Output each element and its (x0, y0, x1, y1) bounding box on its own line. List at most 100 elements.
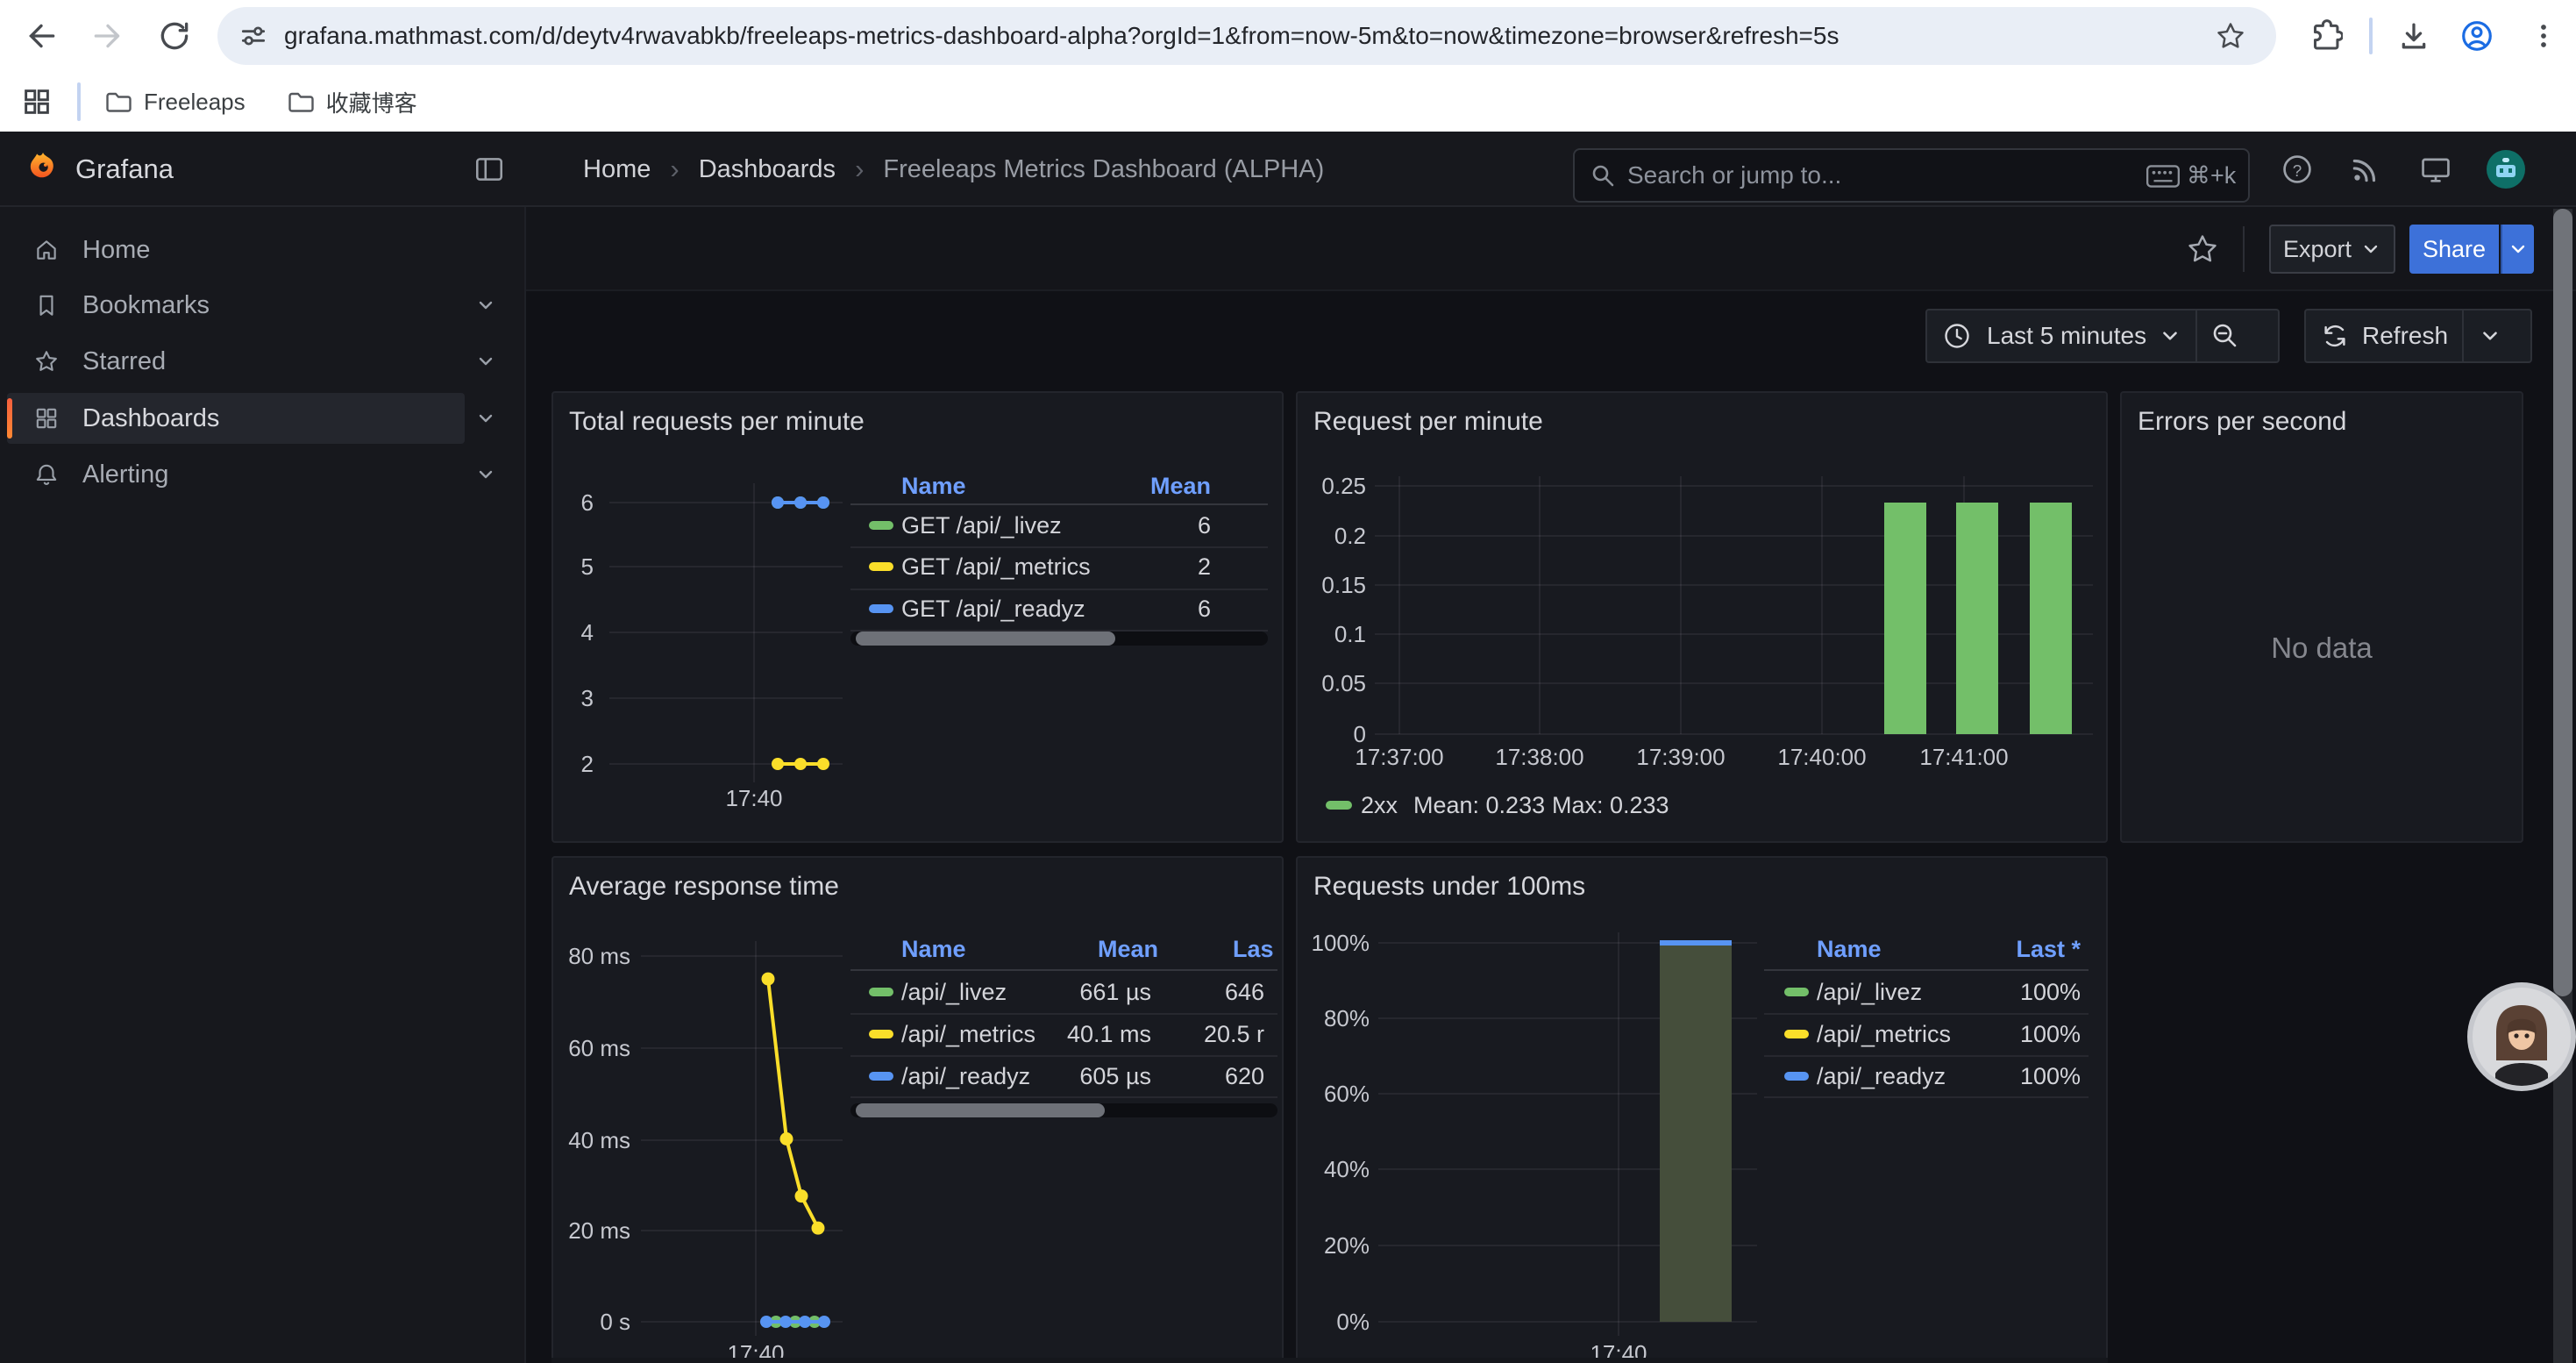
starred-icon (33, 348, 60, 375)
sidebar-item-starred[interactable]: Starred (7, 336, 465, 387)
share-button[interactable]: Share (2409, 225, 2499, 274)
breadcrumb-item[interactable]: Home (583, 155, 651, 184)
legend-series-last: 100% (1818, 977, 2081, 1007)
legend-column-header[interactable]: Mean (895, 934, 1158, 964)
bookmark-items: Freeleaps 收藏博客 (103, 72, 417, 132)
sidebar: HomeBookmarksStarred DashboardsAlerting (0, 207, 526, 1363)
tune-icon[interactable] (238, 21, 268, 51)
refresh-interval-button[interactable] (2464, 310, 2516, 361)
gridline-v (1821, 476, 1823, 734)
scrollbar-thumb[interactable] (2553, 209, 2572, 996)
legend-series-pill[interactable] (1784, 1072, 1809, 1081)
time-range-label: Last 5 minutes (1987, 322, 2146, 350)
bar-under-100ms (1660, 943, 1732, 1322)
gridline-h (1375, 485, 2093, 487)
extensions-button[interactable] (2299, 11, 2350, 61)
time-range-picker[interactable]: Last 5 minutes (1925, 309, 2280, 363)
kiosk-button[interactable] (2413, 146, 2459, 192)
three-dot-menu-icon (2526, 18, 2561, 54)
profile-button[interactable] (2451, 11, 2502, 61)
legend-series-pill[interactable] (869, 604, 893, 613)
legend-scrollbar-thumb[interactable] (856, 1103, 1105, 1117)
refresh-button[interactable]: Refresh (2306, 310, 2448, 361)
y-axis-tick: 0.15 (1298, 570, 1366, 600)
back-icon (23, 18, 60, 54)
legend-series-pill[interactable] (869, 521, 893, 530)
chevron-down-icon (2360, 239, 2381, 260)
active-indicator (7, 398, 12, 439)
legend-series-last: 100% (1818, 1019, 2081, 1049)
sidebar-item-label: Home (82, 225, 150, 275)
legend-2xx-pill[interactable] (1326, 801, 1352, 810)
sidebar-item-home[interactable]: Home (7, 225, 465, 275)
share-label: Share (2423, 236, 2486, 263)
monitor-icon (2418, 152, 2453, 187)
legend-series-pill[interactable] (869, 562, 893, 571)
legend-row-separator (1764, 1096, 2089, 1098)
chevron-down-icon[interactable] (475, 295, 496, 316)
chart-errors-per-second: No data (2122, 393, 2522, 841)
sidebar-item-alerting[interactable]: Alerting (7, 449, 465, 500)
chart-requests-under-100ms: 100%80%60%40%20%0%17:40NameLast */api/_l… (1298, 858, 2106, 1361)
news-button[interactable] (2343, 146, 2388, 192)
sidebar-item-dashboards[interactable]: Dashboards (7, 393, 465, 444)
breadcrumb-item[interactable]: Dashboards (699, 155, 836, 184)
chevron-down-icon[interactable] (475, 351, 496, 372)
sidebar-item-bookmarks[interactable]: Bookmarks (7, 280, 465, 331)
help-button[interactable]: ? (2274, 146, 2320, 192)
legend-scrollbar-thumb[interactable] (856, 632, 1115, 646)
reload-button[interactable] (149, 11, 200, 61)
chevron-down-icon (2159, 325, 2181, 347)
bookmark-star-icon[interactable] (2215, 20, 2246, 52)
share-menu-button[interactable] (2501, 225, 2534, 274)
chevron-down-icon (2508, 239, 2529, 260)
legend-column-header[interactable]: Las (1233, 934, 1274, 964)
reload-icon (156, 18, 193, 54)
bookmark-folder[interactable]: 收藏博客 (286, 86, 417, 118)
legend-series-last: 100% (1818, 1061, 2081, 1091)
panel-errors-per-second[interactable]: Errors per second No data (2120, 391, 2523, 843)
back-button[interactable] (16, 11, 67, 61)
dashboard-header: Export Share (526, 207, 2576, 291)
legend-series-pill[interactable] (1784, 988, 1809, 996)
chart-average-response-time: 80 ms60 ms40 ms20 ms0 s17:40NameMeanLas/… (553, 858, 1282, 1361)
downloads-button[interactable] (2388, 11, 2439, 61)
legend-series-pill[interactable] (1784, 1030, 1809, 1038)
legend-series-name[interactable]: 2xx (1361, 790, 1398, 820)
user-avatar[interactable] (2485, 148, 2527, 190)
zoom-out-button[interactable] (2197, 310, 2253, 361)
grafana-brand[interactable]: Grafana (75, 132, 174, 207)
legend-column-header[interactable]: Mean (948, 471, 1211, 501)
browser-menu-button[interactable] (2518, 11, 2569, 61)
dock-menu-button[interactable] (466, 146, 512, 192)
bookmark-folder[interactable]: Freeleaps (103, 88, 246, 116)
star-icon (2185, 232, 2220, 267)
search-input[interactable]: Search or jump to... ⌘+k (1573, 148, 2250, 203)
panel-requests-under-100ms[interactable]: Requests under 100ms 100%80%60%40%20%0%1… (1296, 856, 2108, 1363)
chevron-down-icon[interactable] (475, 464, 496, 485)
keyboard-icon (2145, 162, 2181, 190)
clock-icon (1941, 320, 1973, 352)
panel-request-per-minute[interactable]: Request per minute 2xx Mean: 0.233 Max: … (1296, 391, 2108, 843)
legend-header-underline (1764, 969, 2089, 971)
sidebar-item-label: Starred (82, 336, 166, 387)
apps-grid-button[interactable] (14, 81, 60, 123)
y-axis-tick: 0.1 (1298, 619, 1366, 649)
breadcrumb-item[interactable]: Freeleaps Metrics Dashboard (ALPHA) (883, 155, 1324, 184)
star-dashboard-button[interactable] (2180, 226, 2225, 272)
grafana-logo[interactable] (25, 150, 61, 187)
no-data-text: No data (2122, 632, 2522, 665)
legend-series-last: 620 (1001, 1061, 1264, 1091)
folder-icon (286, 88, 314, 116)
bar-2xx (1956, 503, 1998, 734)
address-bar[interactable]: grafana.mathmast.com/d/deytv4rwavabkb/fr… (217, 7, 2276, 65)
panel-average-response-time[interactable]: Average response time 80 ms60 ms40 ms20 … (551, 856, 1284, 1363)
url-text[interactable]: grafana.mathmast.com/d/deytv4rwavabkb/fr… (284, 7, 1839, 65)
forward-button[interactable] (82, 11, 133, 61)
export-button[interactable]: Export (2269, 225, 2395, 274)
chevron-down-icon[interactable] (475, 408, 496, 429)
panel-total-requests-per-minute[interactable]: Total requests per minute 6543217:40Name… (551, 391, 1284, 843)
legend-row-separator (850, 546, 1268, 548)
floating-assistant-avatar[interactable] (2466, 981, 2576, 1093)
legend-column-header[interactable]: Last * (1818, 934, 2081, 964)
